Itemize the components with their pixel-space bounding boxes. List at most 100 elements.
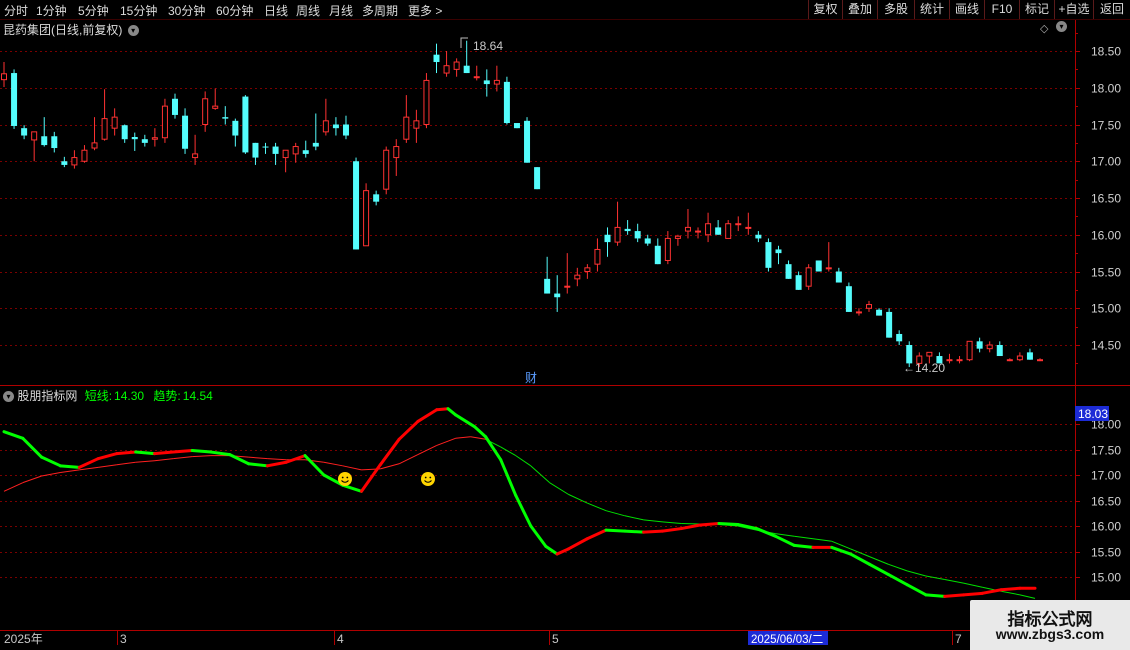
short-line-segment xyxy=(171,449,194,454)
high-price-label: 18.64 xyxy=(473,39,503,53)
trend-line-segment xyxy=(549,482,569,495)
candle-body xyxy=(31,131,38,141)
candle-body xyxy=(81,149,88,162)
candle-body xyxy=(61,161,68,165)
candle-body xyxy=(725,223,732,239)
indicator-lines xyxy=(2,407,1037,599)
short-line-segment xyxy=(416,408,439,423)
trend-line-segment xyxy=(530,465,550,484)
candle-body xyxy=(473,76,480,79)
candle-body xyxy=(775,249,782,254)
indicator-axis-label: 16.50 xyxy=(1091,495,1121,509)
candle-body xyxy=(866,304,873,309)
short-line-segment xyxy=(359,463,382,493)
short-line-segment xyxy=(679,523,702,531)
short-line-segment xyxy=(435,407,450,412)
short-line-segment xyxy=(924,593,947,598)
candle-body xyxy=(946,359,953,362)
short-line-segment xyxy=(284,454,307,464)
time-label-may: 5 xyxy=(552,632,559,646)
time-label-july: 7 xyxy=(955,632,962,646)
short-line-segment xyxy=(153,450,175,456)
short-line-segment xyxy=(96,452,119,461)
candle-body xyxy=(745,226,752,229)
candle-body xyxy=(242,96,249,153)
short-line-segment xyxy=(717,521,740,526)
candle-body xyxy=(433,54,440,63)
candle-body xyxy=(302,150,309,154)
short-line-segment xyxy=(2,430,25,440)
candle-body xyxy=(614,226,621,243)
short-line-segment xyxy=(190,449,213,454)
short-line-segment xyxy=(529,524,548,548)
short-line-segment xyxy=(980,588,1003,595)
candle-body xyxy=(51,136,58,149)
stock-chart[interactable]: 18.50 18.00 17.50 17.00 16.50 16.00 15.50 15.00… xyxy=(0,0,1130,650)
candle-body xyxy=(1026,352,1033,360)
price-axis-label: 18.00 xyxy=(1091,82,1121,96)
candle-body xyxy=(926,351,933,357)
candle-body xyxy=(554,293,561,298)
short-line-segment xyxy=(943,593,966,598)
candle-body xyxy=(956,359,963,362)
trend-line-segment xyxy=(515,455,532,467)
short-line-segment xyxy=(40,455,62,468)
candle-body xyxy=(564,285,571,288)
candle-body xyxy=(705,223,712,236)
trend-line-segment xyxy=(662,521,682,524)
short-line-segment xyxy=(514,493,533,528)
short-line-segment xyxy=(499,458,518,497)
candle-body xyxy=(1006,359,1013,362)
trend-line-segment xyxy=(398,454,419,465)
candle-body xyxy=(845,286,852,312)
candle-body xyxy=(785,264,792,279)
candle-body xyxy=(996,345,1003,357)
current-value-text: 18.03 xyxy=(1078,407,1108,421)
candle-body xyxy=(795,275,802,290)
short-line-segment xyxy=(736,522,759,531)
candle-body xyxy=(695,230,702,233)
finance-report-marker[interactable]: 财 xyxy=(525,371,537,385)
short-line-segment xyxy=(265,460,288,468)
candle-body xyxy=(483,80,490,85)
price-axis-label: 15.50 xyxy=(1091,266,1121,280)
candle-body xyxy=(755,234,762,239)
trend-line-segment xyxy=(605,510,625,517)
candle-body xyxy=(91,142,98,149)
candle-body xyxy=(252,142,259,158)
trend-line-segment xyxy=(98,464,117,468)
site-watermark: 指标公式网 www.zbgs3.com xyxy=(970,600,1130,650)
price-axis-label: 16.00 xyxy=(1091,229,1121,243)
candlestick-series xyxy=(1,40,1043,368)
candle-body xyxy=(11,73,18,126)
main-price-axis: 18.50 18.00 17.50 17.00 16.50 16.00 15.50 15.00… xyxy=(1075,33,1121,364)
buy-signal-smiley-icon xyxy=(338,472,352,486)
candle-body xyxy=(111,116,118,129)
candle-body xyxy=(41,136,48,146)
low-price-label: ←14.20 xyxy=(903,361,945,375)
trend-line-segment xyxy=(681,522,701,525)
candle-body xyxy=(413,120,420,129)
short-line-segment xyxy=(886,572,909,587)
main-grid xyxy=(0,51,1075,346)
candle-body xyxy=(192,153,199,159)
candle-body xyxy=(292,146,299,155)
trend-line-segment xyxy=(869,556,889,565)
short-line-segment xyxy=(999,586,1022,592)
trend-line-segment xyxy=(500,446,516,457)
trend-line-segment xyxy=(1001,590,1021,596)
candle-body xyxy=(312,142,319,147)
trend-line-segment xyxy=(643,519,663,523)
trend-line-segment xyxy=(944,579,964,584)
short-line-segment xyxy=(755,527,777,538)
candle-body xyxy=(1016,355,1023,361)
trend-line-segment xyxy=(888,563,908,572)
candle-body xyxy=(393,146,400,159)
short-line-segment xyxy=(867,562,890,576)
candle-body xyxy=(443,65,450,74)
buy-signal-smiley-icon xyxy=(421,472,435,486)
time-label-year: 2025年 xyxy=(4,632,43,646)
candle-body xyxy=(886,311,893,338)
short-line-segment xyxy=(341,483,363,493)
candle-body xyxy=(363,190,370,247)
